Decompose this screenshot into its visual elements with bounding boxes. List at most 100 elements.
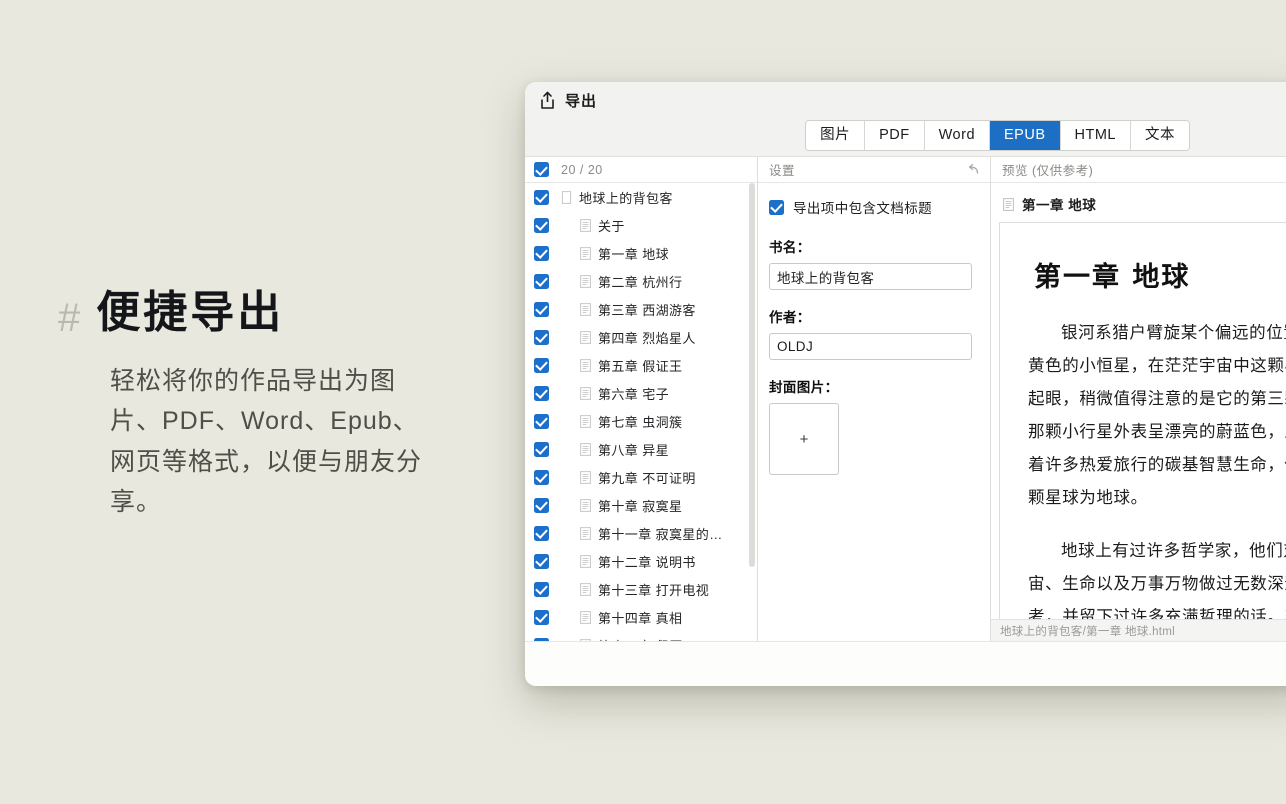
screen: # 便捷导出 轻松将你的作品导出为图片、PDF、Word、Epub、网页等格式，… — [0, 0, 1286, 804]
table-row[interactable]: 第十四章 真相 — [525, 603, 757, 631]
chapter-label: 第八章 异星 — [598, 440, 669, 459]
chapter-label: 第十四章 真相 — [598, 608, 682, 627]
chapter-checkbox[interactable] — [534, 470, 549, 485]
chapter-label: 第三章 西湖游客 — [598, 300, 696, 319]
include-doc-title-row[interactable]: 导出项中包含文档标题 — [769, 197, 979, 217]
table-row[interactable]: 第二章 杭州行 — [525, 267, 757, 295]
cover-image-label: 封面图片： — [769, 376, 979, 396]
chapter-checkbox[interactable] — [534, 386, 549, 401]
preview-header-label: 预览 (仅供参考) — [1002, 160, 1093, 179]
chapter-label: 关于 — [598, 216, 625, 235]
chapter-list-scrollbar[interactable] — [749, 183, 755, 567]
chapter-label: 第十二章 说明书 — [598, 552, 696, 571]
chapter-label: 第四章 烈焰星人 — [598, 328, 696, 347]
preview-panel: 预览 (仅供参考) 第一章 地球 第一章 地球 银河系猎户臂旋某个偏远的位置有一… — [991, 157, 1286, 641]
chapter-list-header: 20 / 20 — [525, 157, 757, 183]
book-name-label: 书名： — [769, 236, 979, 256]
table-row[interactable]: 关于 — [525, 211, 757, 239]
document-icon — [580, 247, 591, 260]
settings-content: 导出项中包含文档标题 书名： 作者： 封面图片： + — [758, 183, 990, 475]
document-icon — [580, 443, 591, 456]
chapter-checkbox[interactable] — [534, 246, 549, 261]
chapter-label: 第十一章 寂寞星的… — [598, 524, 723, 543]
chapter-label: 第十章 寂寞星 — [598, 496, 682, 515]
chapter-checkbox[interactable] — [534, 526, 549, 541]
table-row[interactable]: 第七章 虫洞簇 — [525, 407, 757, 435]
chapter-checkbox[interactable] — [534, 274, 549, 289]
dialog-body: 20 / 20 地球上的背包客关于第一章 地球第二章 杭州行第三章 西湖游客第四… — [525, 157, 1286, 641]
preview-statusbar: 地球上的背包客/第一章 地球.html — [991, 619, 1286, 641]
preview-header: 预览 (仅供参考) — [991, 157, 1286, 183]
document-icon — [580, 415, 591, 428]
preview-chapter-row: 第一章 地球 — [991, 183, 1286, 222]
promo-description: 轻松将你的作品导出为图片、PDF、Word、Epub、网页等格式，以便与朋友分享… — [110, 361, 430, 523]
chapter-checkbox[interactable] — [534, 442, 549, 457]
settings-panel: 设置 导出项中包含文档标题 书名： 作者： 封面图片： — [758, 157, 991, 641]
document-icon — [580, 275, 591, 288]
promo-heading: # 便捷导出 — [58, 288, 458, 339]
table-row[interactable]: 第十一章 寂寞星的… — [525, 519, 757, 547]
chapter-checkbox[interactable] — [534, 330, 549, 345]
document-icon — [580, 303, 591, 316]
table-row[interactable]: 第十三章 打开电视 — [525, 575, 757, 603]
table-row[interactable]: 地球上的背包客 — [525, 183, 757, 211]
chapter-label: 第六章 宅子 — [598, 384, 669, 403]
share-upload-icon — [539, 91, 556, 110]
include-doc-title-label: 导出项中包含文档标题 — [793, 197, 932, 217]
preview-document-sheet: 第一章 地球 银河系猎户臂旋某个偏远的位置有一颗黄色的小恒星，在茫茫宇宙中这颗小… — [999, 222, 1286, 620]
include-doc-title-checkbox[interactable] — [769, 200, 784, 215]
document-icon — [580, 611, 591, 624]
promo-title: 便捷导出 — [96, 288, 284, 339]
settings-header: 设置 — [758, 157, 990, 183]
cover-image-upload-button[interactable]: + — [769, 403, 839, 475]
preview-file-path: 地球上的背包客/第一章 地球.html — [1000, 623, 1175, 639]
table-row[interactable]: 第六章 宅子 — [525, 379, 757, 407]
document-icon — [580, 219, 591, 232]
tab-图片[interactable]: 图片 — [806, 121, 865, 150]
chapter-checkbox[interactable] — [534, 190, 549, 205]
document-icon — [580, 387, 591, 400]
table-row[interactable]: 第一章 地球 — [525, 239, 757, 267]
dialog-footer — [525, 641, 1286, 686]
table-row[interactable]: 第十章 寂寞星 — [525, 491, 757, 519]
document-icon — [580, 359, 591, 372]
table-row[interactable]: 第十二章 说明书 — [525, 547, 757, 575]
chapter-checkbox[interactable] — [534, 302, 549, 317]
table-row[interactable]: 第十五章 餐厅 — [525, 631, 757, 641]
chapter-checkbox[interactable] — [534, 414, 549, 429]
chapter-label: 第十三章 打开电视 — [598, 580, 709, 599]
selection-count: 20 / 20 — [561, 163, 603, 177]
author-label: 作者： — [769, 306, 979, 326]
page-title: 导出 — [565, 90, 597, 111]
chapter-label: 第一章 地球 — [598, 244, 669, 263]
document-icon — [580, 331, 591, 344]
document-icon — [580, 527, 591, 540]
author-input[interactable] — [769, 333, 972, 360]
tab-HTML[interactable]: HTML — [1061, 121, 1131, 150]
preview-paragraph: 银河系猎户臂旋某个偏远的位置有一颗黄色的小恒星，在茫茫宇宙中这颗小星并不起眼，稍… — [1028, 316, 1286, 514]
table-row[interactable]: 第三章 西湖游客 — [525, 295, 757, 323]
tab-EPUB[interactable]: EPUB — [990, 121, 1061, 150]
tab-文本[interactable]: 文本 — [1131, 121, 1189, 150]
book-name-input[interactable] — [769, 263, 972, 290]
chapter-checkbox[interactable] — [534, 610, 549, 625]
document-icon — [1003, 198, 1014, 211]
book-icon — [561, 191, 572, 204]
format-tabbar: 图片PDFWordEPUBHTML文本 — [805, 120, 1190, 151]
select-all-checkbox[interactable] — [534, 162, 549, 177]
chapter-rows: 地球上的背包客关于第一章 地球第二章 杭州行第三章 西湖游客第四章 烈焰星人第五… — [525, 183, 757, 641]
table-row[interactable]: 第九章 不可证明 — [525, 463, 757, 491]
tab-PDF[interactable]: PDF — [865, 121, 925, 150]
chapter-checkbox[interactable] — [534, 582, 549, 597]
chapter-checkbox[interactable] — [534, 218, 549, 233]
tab-Word[interactable]: Word — [925, 121, 990, 150]
chapter-checkbox[interactable] — [534, 554, 549, 569]
table-row[interactable]: 第四章 烈焰星人 — [525, 323, 757, 351]
table-row[interactable]: 第八章 异星 — [525, 435, 757, 463]
undo-reset-icon[interactable] — [966, 163, 980, 176]
chapter-checkbox[interactable] — [534, 358, 549, 373]
table-row[interactable]: 第五章 假证王 — [525, 351, 757, 379]
chapter-checkbox[interactable] — [534, 498, 549, 513]
chapter-label: 第九章 不可证明 — [598, 468, 696, 487]
preview-paragraph: 地球上有过许多哲学家，他们对于宇宙、生命以及万事万物做过无数深邃的思考，并留下过… — [1028, 534, 1286, 620]
